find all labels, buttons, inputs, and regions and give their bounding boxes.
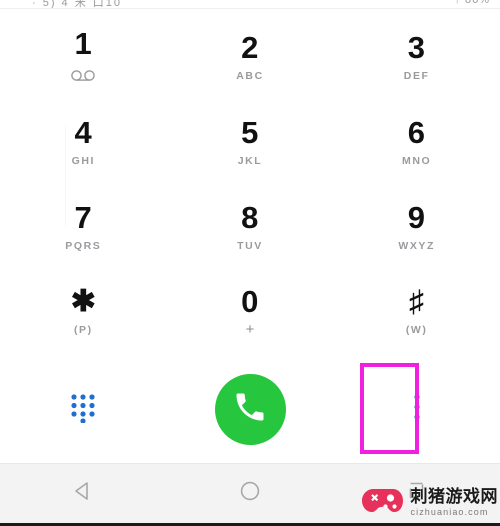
nav-recents-button[interactable] [333, 480, 500, 507]
key-hash-symbol: ♯ [409, 285, 425, 318]
status-bar-divider [0, 8, 500, 9]
key-hash-letters: (W) [405, 324, 428, 336]
key-6-digit: 6 [407, 114, 426, 150]
key-2[interactable]: 2 ABC [167, 14, 334, 99]
key-1[interactable]: 1 [0, 14, 167, 99]
dialer-keypad: 1 2 ABC 3 DEF 4 GHI 5 JKL 6 MNO 7 PQRS 8… [0, 14, 500, 359]
dialpad-toggle-button[interactable] [0, 359, 167, 459]
key-star[interactable]: ✱ (P) [0, 269, 167, 354]
key-4[interactable]: 4 GHI [0, 99, 167, 184]
key-2-letters: ABC [236, 69, 264, 82]
voicemail-icon [70, 68, 96, 86]
key-9-digit: 9 [407, 199, 426, 235]
key-0-digit: 0 [241, 284, 259, 319]
system-navigation-bar [0, 463, 500, 526]
key-9-letters: WXYZ [398, 239, 436, 252]
key-4-letters: GHI [71, 154, 96, 167]
call-button-cell [167, 359, 334, 459]
key-0[interactable]: 0 + [167, 269, 334, 354]
key-8-letters: TUV [237, 239, 263, 252]
keypad-row: 1 2 ABC 3 DEF [0, 14, 500, 99]
key-2-digit: 2 [241, 29, 259, 65]
key-0-plus: + [245, 321, 255, 338]
back-triangle-icon [72, 480, 94, 507]
home-circle-icon [239, 480, 261, 507]
key-3[interactable]: 3 DEF [333, 14, 500, 99]
keypad-row: 4 GHI 5 JKL 6 MNO [0, 99, 500, 184]
key-1-digit: 1 [74, 25, 93, 61]
overflow-menu-button[interactable] [387, 363, 447, 455]
status-bar: · 5) 4 米 口10 ↑ 86% [0, 0, 500, 9]
key-9[interactable]: 9 WXYZ [333, 184, 500, 269]
key-3-letters: DEF [403, 69, 430, 82]
dialer-action-row [0, 359, 500, 459]
key-5-letters: JKL [237, 154, 263, 167]
dialpad-grid-icon [68, 391, 98, 428]
key-4-digit: 4 [74, 114, 93, 150]
call-button[interactable] [214, 373, 286, 445]
status-bar-right: ↑ 86% [454, 0, 490, 6]
nav-home-button[interactable] [167, 480, 334, 507]
keypad-row: ✱ (P) 0 + ♯ (W) [0, 269, 500, 354]
overflow-menu-cell [333, 359, 500, 459]
key-6[interactable]: 6 MNO [333, 99, 500, 184]
key-star-letters: (P) [73, 324, 93, 336]
key-8[interactable]: 8 TUV [167, 184, 334, 269]
key-star-symbol: ✱ [70, 285, 96, 318]
key-5-digit: 5 [241, 114, 259, 150]
recents-square-icon [406, 480, 428, 507]
key-7[interactable]: 7 PQRS [0, 184, 167, 269]
keypad-row: 7 PQRS 8 TUV 9 WXYZ [0, 184, 500, 269]
more-options-icon [414, 393, 420, 425]
key-8-digit: 8 [241, 199, 259, 235]
nav-back-button[interactable] [0, 480, 167, 507]
key-6-letters: MNO [402, 154, 432, 167]
key-7-letters: PQRS [65, 239, 102, 252]
key-7-digit: 7 [74, 199, 93, 235]
key-hash[interactable]: ♯ (W) [333, 269, 500, 354]
call-icon [232, 389, 268, 430]
key-5[interactable]: 5 JKL [167, 99, 334, 184]
key-3-digit: 3 [407, 29, 426, 65]
